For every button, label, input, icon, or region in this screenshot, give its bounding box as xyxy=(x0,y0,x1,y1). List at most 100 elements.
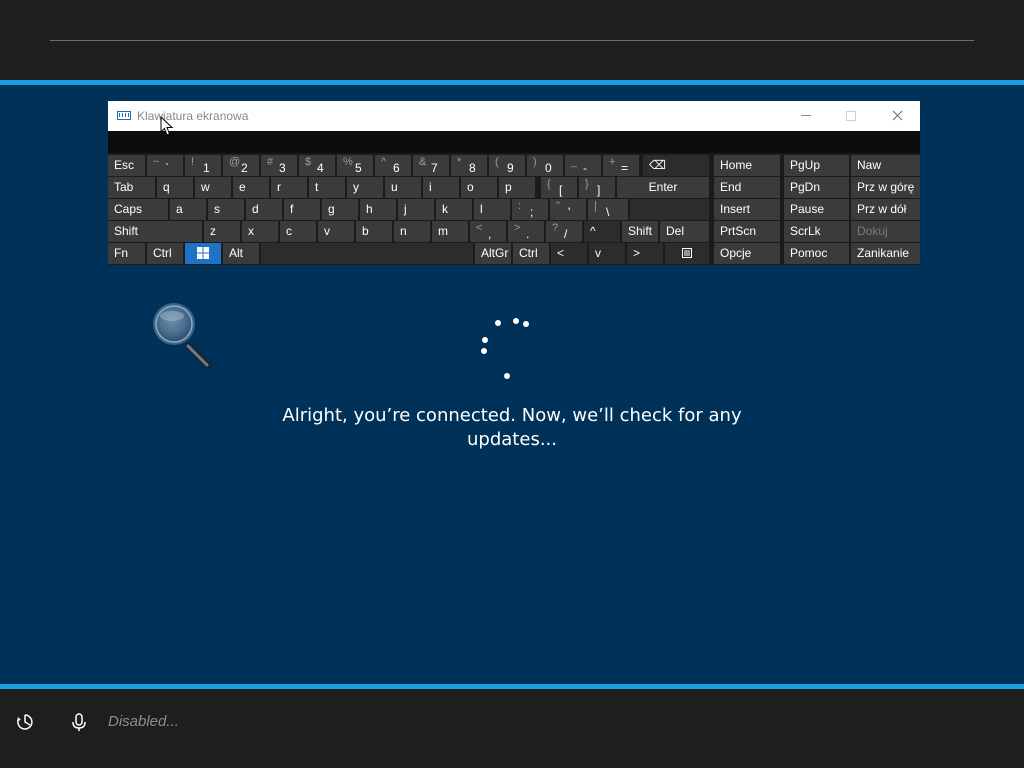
key-q[interactable]: q xyxy=(157,177,193,198)
nav-key-3-0[interactable]: PrtScn xyxy=(714,221,780,242)
key-row1-1[interactable]: ~ ` xyxy=(147,155,183,176)
nav-key-0-1[interactable]: PgUp xyxy=(784,155,849,176)
key-arrow-up[interactable]: ^ xyxy=(584,221,620,242)
key-shift-label: @ xyxy=(229,156,241,168)
key-shift-right[interactable]: Shift xyxy=(622,221,658,242)
key-shift-left[interactable]: Shift xyxy=(108,221,202,242)
key-z[interactable]: z xyxy=(204,221,240,242)
nav-key-4-0[interactable]: Opcje xyxy=(714,243,780,264)
key-altgr[interactable]: AltGr xyxy=(475,243,511,264)
key-row1-12[interactable]: _ - xyxy=(565,155,601,176)
key-label: j xyxy=(404,202,407,216)
key-arrow-left[interactable]: < xyxy=(551,243,587,264)
key-arrow-down[interactable]: v xyxy=(589,243,625,264)
minimize-button[interactable] xyxy=(783,101,828,131)
key-c[interactable]: c xyxy=(280,221,316,242)
key-shift-label: } xyxy=(585,178,589,190)
key-ctrl-right[interactable]: Ctrl xyxy=(513,243,549,264)
key-u[interactable]: u xyxy=(385,177,421,198)
nav-key-0-2[interactable]: Naw xyxy=(851,155,920,176)
key-bracket-close[interactable]: }] xyxy=(579,177,615,198)
key-d[interactable]: d xyxy=(246,199,282,220)
nav-key-4-2[interactable]: Zanikanie xyxy=(851,243,920,264)
key-y[interactable]: y xyxy=(347,177,383,198)
key-j[interactable]: j xyxy=(398,199,434,220)
minimize-icon xyxy=(801,115,811,116)
spinner-dot xyxy=(495,320,501,326)
ease-of-access-icon[interactable] xyxy=(15,712,35,732)
key-period[interactable]: >. xyxy=(508,221,544,242)
key-del[interactable]: Del xyxy=(660,221,709,242)
key-bracket-open[interactable]: {[ xyxy=(541,177,577,198)
nav-key-2-2[interactable]: Prz w dół xyxy=(851,199,920,220)
key-slash[interactable]: ? / xyxy=(546,221,582,242)
key-enter[interactable]: Enter xyxy=(617,177,709,198)
key-n[interactable]: n xyxy=(394,221,430,242)
nav-key-2-0[interactable]: Insert xyxy=(714,199,780,220)
key-o[interactable]: o xyxy=(461,177,497,198)
close-button[interactable] xyxy=(874,101,919,131)
key-alt[interactable]: Alt xyxy=(223,243,259,264)
nav-key-4-1[interactable]: Pomoc xyxy=(784,243,849,264)
nav-key-2-1[interactable]: Pause xyxy=(784,199,849,220)
key-comma[interactable]: <, xyxy=(470,221,506,242)
key-backslash[interactable]: | \ xyxy=(588,199,628,220)
key-p[interactable]: p xyxy=(499,177,535,198)
key-tab[interactable]: Tab xyxy=(108,177,155,198)
key-row1-11[interactable]: ) 0 xyxy=(527,155,563,176)
key-f[interactable]: f xyxy=(284,199,320,220)
nav-key-1-2[interactable]: Prz w górę xyxy=(851,177,920,198)
key-row1-3[interactable]: @2 xyxy=(223,155,259,176)
key-ctrl-left[interactable]: Ctrl xyxy=(147,243,183,264)
nav-key-3-2[interactable]: Dokuj xyxy=(851,221,920,242)
key-arrow-right[interactable]: > xyxy=(627,243,663,264)
key-fn[interactable]: Fn xyxy=(108,243,145,264)
key-label: z xyxy=(210,224,216,238)
on-screen-keyboard-window: Klawiatura ekranowa Esc ~ `! 1 @2 #3 $4% 5 ^ 6 & 7 *… xyxy=(108,101,920,265)
key-row1-10[interactable]: (9 xyxy=(489,155,525,176)
nav-key-3-1[interactable]: ScrLk xyxy=(784,221,849,242)
key-row1-9[interactable]: * 8 xyxy=(451,155,487,176)
key-blank-row3[interactable] xyxy=(630,199,709,220)
key-k[interactable]: k xyxy=(436,199,472,220)
key-space[interactable] xyxy=(261,243,473,264)
key-windows[interactable] xyxy=(185,243,221,264)
key-caps[interactable]: Caps xyxy=(108,199,168,220)
microphone-icon[interactable] xyxy=(69,712,89,732)
key-label: y xyxy=(353,180,359,194)
key-row1-5[interactable]: $4 xyxy=(299,155,335,176)
key-h[interactable]: h xyxy=(360,199,396,220)
nav-key-0-0[interactable]: Home xyxy=(714,155,780,176)
nav-key-1-0[interactable]: End xyxy=(714,177,780,198)
key-g[interactable]: g xyxy=(322,199,358,220)
key-row1-2[interactable]: ! 1 xyxy=(185,155,221,176)
key-e[interactable]: e xyxy=(233,177,269,198)
key-x[interactable]: x xyxy=(242,221,278,242)
key-row1-4[interactable]: #3 xyxy=(261,155,297,176)
key-row1-13[interactable]: + = xyxy=(603,155,639,176)
key-semicolon[interactable]: :; xyxy=(512,199,548,220)
key-row1-8[interactable]: & 7 xyxy=(413,155,449,176)
key-l[interactable]: l xyxy=(474,199,510,220)
key-label: Ctrl xyxy=(519,246,538,260)
key-m[interactable]: m xyxy=(432,221,468,242)
key-menu[interactable] xyxy=(665,243,709,264)
key-label: a xyxy=(176,202,183,216)
key-label: x xyxy=(248,224,254,238)
key-i[interactable]: i xyxy=(423,177,459,198)
key-backspace[interactable]: ⌫ xyxy=(643,155,709,176)
key-v[interactable]: v xyxy=(318,221,354,242)
key-esc[interactable]: Esc xyxy=(108,155,145,176)
key-w[interactable]: w xyxy=(195,177,231,198)
key-t[interactable]: t xyxy=(309,177,345,198)
window-titlebar[interactable]: Klawiatura ekranowa xyxy=(108,101,920,131)
key-s[interactable]: s xyxy=(208,199,244,220)
maximize-button[interactable] xyxy=(828,101,873,131)
key-b[interactable]: b xyxy=(356,221,392,242)
nav-key-1-1[interactable]: PgDn xyxy=(784,177,849,198)
key-row1-7[interactable]: ^ 6 xyxy=(375,155,411,176)
key-r[interactable]: r xyxy=(271,177,307,198)
key-quote[interactable]: " ' xyxy=(550,199,586,220)
key-a[interactable]: a xyxy=(170,199,206,220)
key-row1-6[interactable]: % 5 xyxy=(337,155,373,176)
